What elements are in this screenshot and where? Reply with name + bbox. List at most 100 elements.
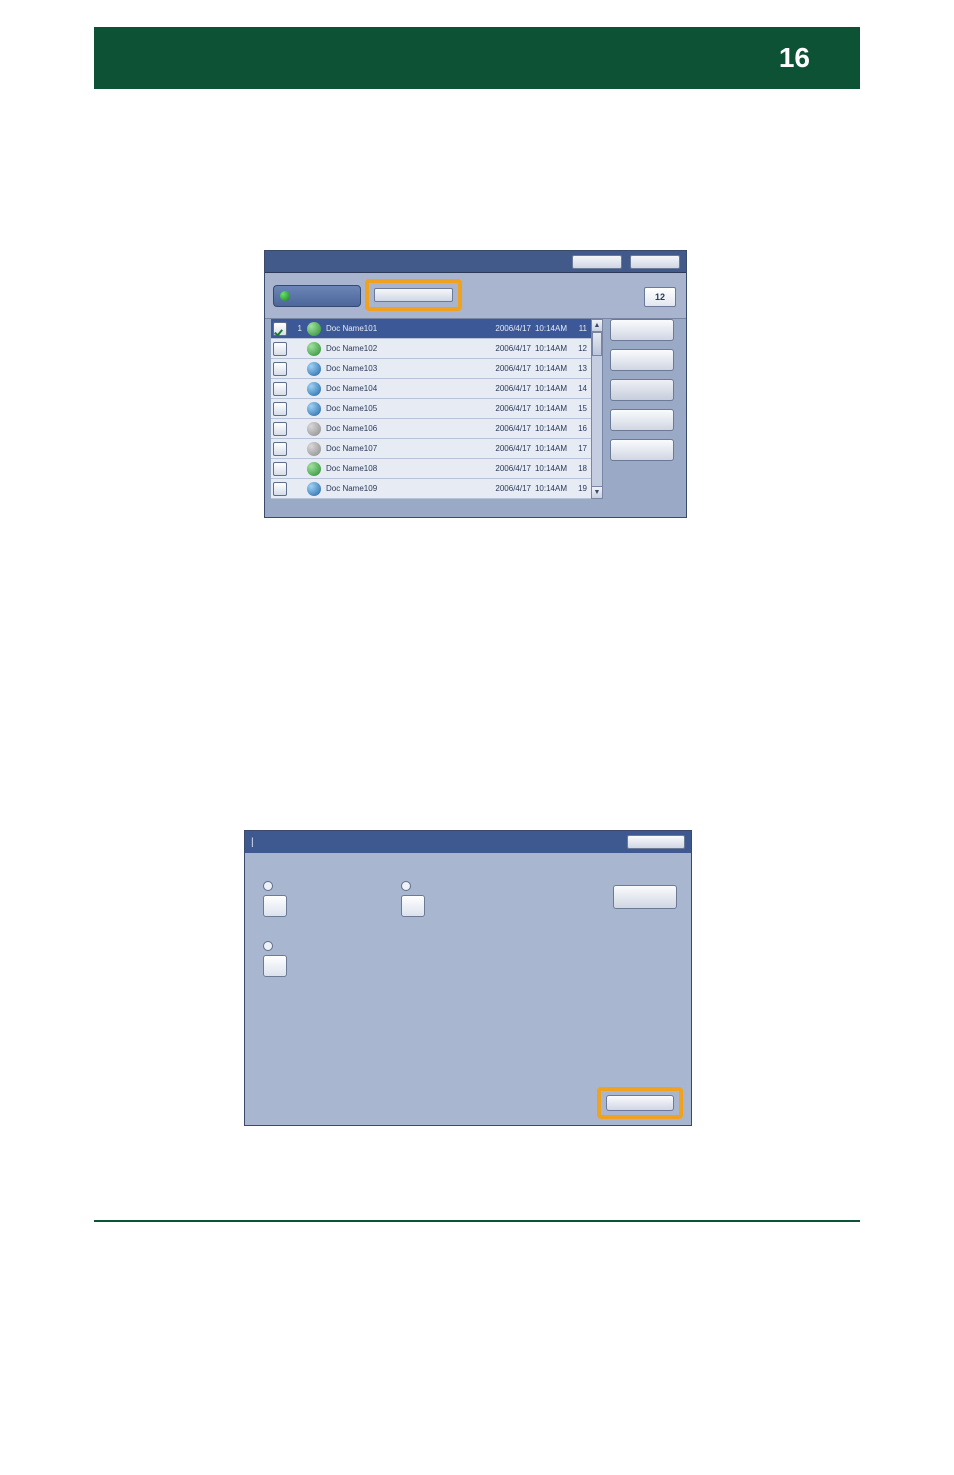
document-type-icon: [307, 322, 321, 336]
row-checkbox[interactable]: [273, 382, 287, 396]
row-checkbox[interactable]: [273, 482, 287, 496]
document-type-icon: [307, 462, 321, 476]
table-row[interactable]: Doc Name1022006/4/1710:14AM12: [271, 339, 591, 359]
other-functions-highlight: [365, 279, 462, 311]
side-button-4[interactable]: [610, 409, 674, 431]
set-button-highlight: [597, 1087, 683, 1119]
panel2-close-button[interactable]: [627, 835, 685, 849]
row-checkbox[interactable]: [273, 322, 287, 336]
document-table: 1Doc Name1012006/4/1710:14AM11Doc Name10…: [271, 319, 591, 509]
row-date: 2006/4/17: [481, 444, 531, 453]
side-button-2[interactable]: [610, 349, 674, 371]
row-pages: 15: [571, 404, 591, 413]
row-date: 2006/4/17: [481, 404, 531, 413]
row-name: Doc Name101: [324, 324, 481, 333]
document-type-icon: [307, 382, 321, 396]
row-pages: 14: [571, 384, 591, 393]
panel2-body: [245, 853, 691, 1125]
row-date: 2006/4/17: [481, 344, 531, 353]
radio-icon[interactable]: [401, 881, 411, 891]
row-name: Doc Name104: [324, 384, 481, 393]
document-type-icon: [307, 402, 321, 416]
row-date: 2006/4/17: [481, 424, 531, 433]
row-date: 2006/4/17: [481, 484, 531, 493]
document-type-icon: [307, 482, 321, 496]
page-number: 16: [779, 42, 810, 74]
row-checkbox[interactable]: [273, 422, 287, 436]
row-pages: 11: [571, 324, 591, 333]
panel-toolbar: 12: [265, 273, 686, 319]
row-time: 10:14AM: [531, 464, 571, 473]
retention-option-2[interactable]: [401, 881, 425, 917]
select-documents-panel: 12 1Doc Name1012006/4/1710:14AM11Doc Nam…: [264, 250, 687, 518]
titlebar-button-2[interactable]: [630, 255, 680, 269]
row-pages: 12: [571, 344, 591, 353]
footer-rule: [94, 1220, 860, 1222]
row-pages: 16: [571, 424, 591, 433]
retention-option-3[interactable]: [263, 941, 287, 977]
page-count-box: 12: [644, 287, 676, 307]
retention-time-panel: |: [244, 830, 692, 1126]
row-checkbox[interactable]: [273, 462, 287, 476]
row-pages: 18: [571, 464, 591, 473]
row-name: Doc Name109: [324, 484, 481, 493]
table-row[interactable]: Doc Name1042006/4/1710:14AM14: [271, 379, 591, 399]
table-row[interactable]: 1Doc Name1012006/4/1710:14AM11: [271, 319, 591, 339]
row-time: 10:14AM: [531, 404, 571, 413]
row-name: Doc Name106: [324, 424, 481, 433]
scrollbar[interactable]: ▲ ▼: [591, 319, 603, 499]
radio-value-box[interactable]: [263, 895, 287, 917]
row-pages: 19: [571, 484, 591, 493]
row-pages: 17: [571, 444, 591, 453]
row-date: 2006/4/17: [481, 384, 531, 393]
row-date: 2006/4/17: [481, 324, 531, 333]
row-checkbox[interactable]: [273, 442, 287, 456]
table-row[interactable]: Doc Name1082006/4/1710:14AM18: [271, 459, 591, 479]
row-date: 2006/4/17: [481, 364, 531, 373]
scroll-thumb[interactable]: [592, 332, 602, 356]
table-row[interactable]: Doc Name1072006/4/1710:14AM17: [271, 439, 591, 459]
row-checkbox[interactable]: [273, 362, 287, 376]
row-date: 2006/4/17: [481, 464, 531, 473]
row-name: Doc Name105: [324, 404, 481, 413]
radio-value-box[interactable]: [263, 955, 287, 977]
document-type-icon: [307, 342, 321, 356]
panel2-title: |: [251, 837, 254, 848]
scroll-down-icon[interactable]: ▼: [592, 486, 602, 498]
radio-value-box[interactable]: [401, 895, 425, 917]
row-time: 10:14AM: [531, 344, 571, 353]
table-row[interactable]: Doc Name1032006/4/1710:14AM13: [271, 359, 591, 379]
radio-icon[interactable]: [263, 881, 273, 891]
other-functions-button[interactable]: [374, 288, 453, 302]
row-name: Doc Name102: [324, 344, 481, 353]
scroll-up-icon[interactable]: ▲: [592, 320, 602, 332]
retention-option-1[interactable]: [263, 881, 287, 917]
row-name: Doc Name103: [324, 364, 481, 373]
row-name: Doc Name107: [324, 444, 481, 453]
side-button-3[interactable]: [610, 379, 674, 401]
row-time: 10:14AM: [531, 444, 571, 453]
row-name: Doc Name108: [324, 464, 481, 473]
row-checkbox[interactable]: [273, 402, 287, 416]
row-time: 10:14AM: [531, 364, 571, 373]
row-time: 10:14AM: [531, 484, 571, 493]
document-type-icon: [307, 442, 321, 456]
table-row[interactable]: Doc Name1092006/4/1710:14AM19: [271, 479, 591, 499]
status-indicator[interactable]: [273, 285, 361, 307]
row-checkbox[interactable]: [273, 342, 287, 356]
set-button[interactable]: [606, 1095, 674, 1111]
document-type-icon: [307, 362, 321, 376]
titlebar-button-1[interactable]: [572, 255, 622, 269]
document-header: 16: [94, 27, 860, 89]
table-row[interactable]: Doc Name1062006/4/1710:14AM16: [271, 419, 591, 439]
table-row[interactable]: Doc Name1052006/4/1710:14AM15: [271, 399, 591, 419]
panel2-titlebar: |: [245, 831, 691, 853]
panel-titlebar: [265, 251, 686, 273]
row-number: 1: [290, 324, 304, 333]
side-button-group: [610, 319, 680, 469]
side-button-5[interactable]: [610, 439, 674, 461]
radio-icon[interactable]: [263, 941, 273, 951]
row-time: 10:14AM: [531, 384, 571, 393]
panel2-right-button[interactable]: [613, 885, 677, 909]
side-button-1[interactable]: [610, 319, 674, 341]
